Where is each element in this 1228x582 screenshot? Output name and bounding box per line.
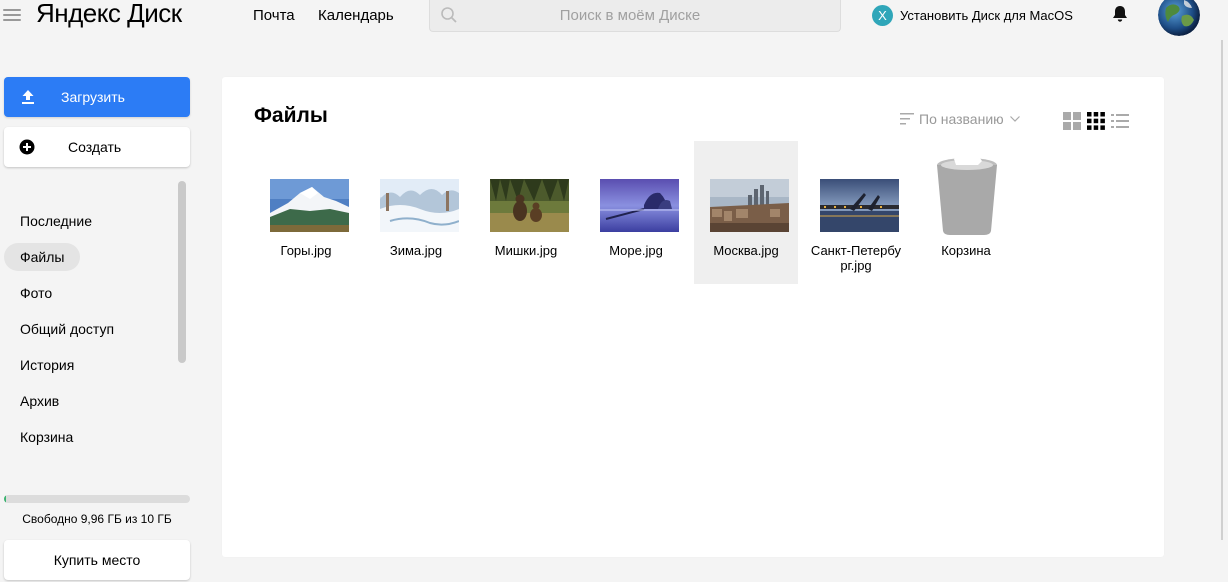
file-tile-bears[interactable]: Мишки.jpg [474,141,578,284]
create-label: Создать [68,139,122,155]
file-name: Мишки.jpg [494,243,558,258]
files-panel: Файлы По названию Горы.jpg Зима.jpg Мишк… [222,77,1164,557]
menu-icon[interactable] [3,6,21,24]
quota-text: Свободно 9,96 ГБ из 10 ГБ [22,512,172,526]
upload-icon [22,90,34,104]
file-tile-mountains[interactable]: Горы.jpg [254,141,358,284]
file-name: Москва.jpg [713,243,779,258]
plus-circle-icon [19,139,35,155]
quota-bar [4,495,190,503]
search-icon [441,7,457,23]
buy-space-label: Купить место [53,552,141,568]
bell-icon[interactable] [1111,4,1129,24]
avatar[interactable] [1158,0,1200,36]
large-tiles-view-icon[interactable] [1063,112,1081,130]
nav-link-mail[interactable]: Почта [253,7,295,24]
sidebar-item-archive[interactable]: Архив [4,387,75,415]
install-badge-icon: X [872,5,893,26]
sidebar-item-trash[interactable]: Корзина [4,423,89,451]
sidebar-scrollbar[interactable] [178,181,186,363]
search-box [429,0,841,32]
file-name: Зима.jpg [389,243,443,258]
sidebar-item-recent[interactable]: Последние [4,207,108,235]
file-tile-moscow[interactable]: Москва.jpg [694,141,798,284]
file-tile-sea[interactable]: Море.jpg [584,141,688,284]
spb-thumbnail [820,179,899,232]
list-view-icon[interactable] [1111,112,1129,130]
bears-thumbnail [490,179,569,232]
logo[interactable]: Яндекс Диск [36,0,182,29]
page-title: Файлы [254,104,328,127]
install-label: Установить Диск для MacOS [900,8,1073,23]
file-tile-winter[interactable]: Зима.jpg [364,141,468,284]
sidebar-item-shared[interactable]: Общий доступ [4,315,130,343]
sort-label: По названию [919,111,1004,127]
moscow-thumbnail [710,179,789,232]
file-tile-spb[interactable]: Санкт-Петербург.jpg [804,141,908,284]
winter-thumbnail [380,179,459,232]
sidebar-item-photos[interactable]: Фото [4,279,68,307]
page-scrollbar[interactable] [1219,40,1225,540]
search-input[interactable] [470,0,840,30]
sidebar-item-files[interactable]: Файлы [4,243,81,271]
quota-bar-fill [4,495,6,503]
upload-button[interactable]: Загрузить [4,77,190,117]
trash-icon [937,155,997,235]
chevron-down-icon [1009,116,1020,122]
file-tile-trash[interactable]: Корзина [914,141,1018,284]
nav-link-calendar[interactable]: Календарь [318,7,394,24]
sort-dropdown[interactable]: По названию [900,111,1020,127]
sidebar-item-history[interactable]: История [4,351,90,379]
install-disk-link[interactable]: X Установить Диск для MacOS [872,5,1073,26]
sea-thumbnail [600,179,679,232]
upload-label: Загрузить [61,89,125,105]
file-name: Санкт-Петербург.jpg [810,243,902,273]
small-tiles-view-icon[interactable] [1087,112,1105,130]
sidebar-fade [0,470,176,490]
create-button[interactable]: Создать [4,127,190,167]
buy-space-button[interactable]: Купить место [4,540,190,580]
file-name: Корзина [941,243,991,258]
mountains-thumbnail [270,179,349,232]
top-header: Яндекс Диск Почта Календарь X Установить… [0,0,1228,36]
sort-icon [900,113,914,125]
file-name: Море.jpg [609,243,663,258]
file-name: Горы.jpg [280,243,332,258]
